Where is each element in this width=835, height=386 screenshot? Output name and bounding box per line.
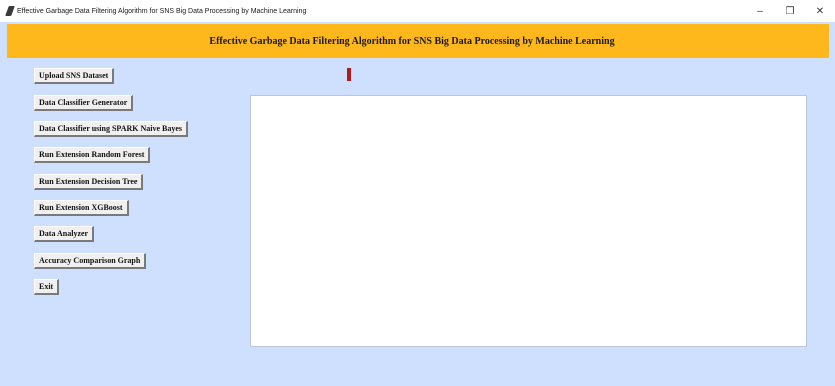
header-title: Effective Garbage Data Filtering Algorit…: [209, 35, 615, 47]
window-title: Effective Garbage Data Filtering Algorit…: [17, 7, 307, 15]
spark-naive-bayes-button[interactable]: Data Classifier using SPARK Naive Bayes: [34, 121, 189, 137]
minimize-button[interactable]: –: [745, 0, 775, 22]
decision-tree-button[interactable]: Run Extension Decision Tree: [34, 174, 144, 190]
close-button[interactable]: ✕: [805, 0, 835, 22]
upload-sns-dataset-button[interactable]: Upload SNS Dataset: [34, 68, 115, 84]
exit-button[interactable]: Exit: [34, 279, 60, 295]
data-analyzer-button[interactable]: Data Analyzer: [34, 226, 95, 242]
output-text-area[interactable]: [250, 95, 807, 347]
app-client-area: Effective Garbage Data Filtering Algorit…: [0, 22, 835, 386]
accuracy-comparison-graph-button[interactable]: Accuracy Comparison Graph: [34, 253, 147, 269]
status-indicator: [347, 68, 351, 81]
data-classifier-generator-button[interactable]: Data Classifier Generator: [34, 95, 134, 111]
random-forest-button[interactable]: Run Extension Random Forest: [34, 147, 151, 163]
restore-button[interactable]: ❐: [775, 0, 805, 22]
window-titlebar: Effective Garbage Data Filtering Algorit…: [0, 0, 835, 22]
feather-icon: [5, 6, 15, 16]
header-banner: Effective Garbage Data Filtering Algorit…: [7, 24, 829, 58]
xgboost-button[interactable]: Run Extension XGBoost: [34, 200, 129, 216]
window-controls: – ❐ ✕: [745, 0, 835, 22]
